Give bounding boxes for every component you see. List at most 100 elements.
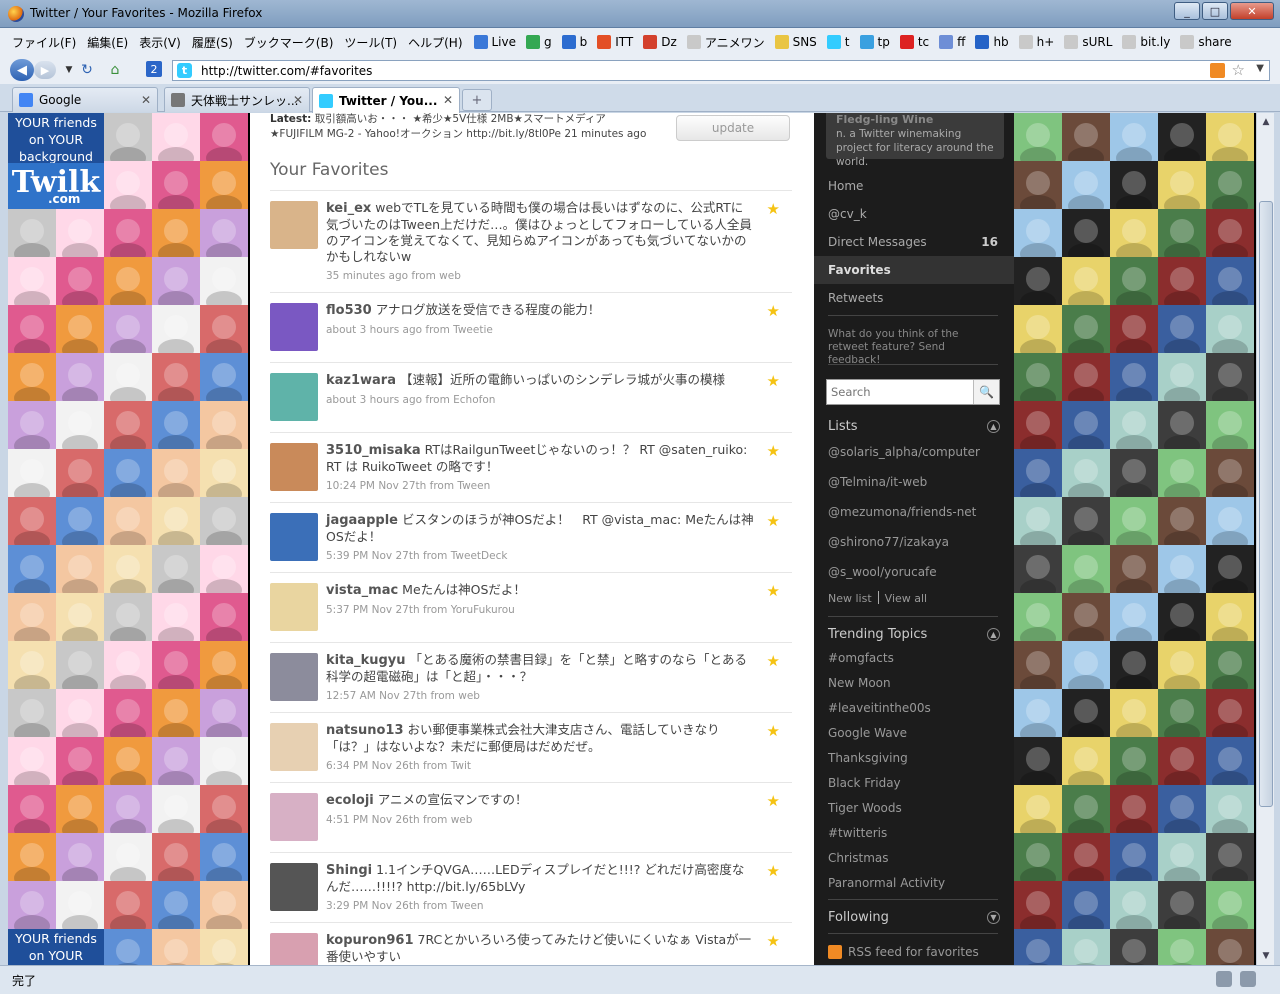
avatar[interactable] (1158, 545, 1206, 593)
status-meta[interactable]: 6:34 PM Nov 26th from Twit (326, 758, 754, 774)
avatar[interactable] (200, 257, 248, 305)
menu-tools[interactable]: ツール(T) (344, 34, 397, 51)
rss-icon[interactable] (1210, 63, 1225, 78)
reload-icon[interactable]: ↻ (78, 61, 96, 79)
sidebar-item-mentions[interactable]: @cv_k (814, 200, 1014, 228)
table-row[interactable]: ecoloji アニメの宣伝マンですの！ 4:51 PM Nov 26th fro… (270, 782, 792, 852)
avatar[interactable] (56, 353, 104, 401)
avatar[interactable] (1014, 689, 1062, 737)
menu-view[interactable]: 表示(V) (139, 34, 181, 51)
menu-bookmarks[interactable]: ブックマーク(B) (244, 34, 334, 51)
avatar[interactable] (1014, 209, 1062, 257)
avatar[interactable] (152, 545, 200, 593)
avatar[interactable] (1110, 209, 1158, 257)
avatar[interactable] (152, 113, 200, 161)
favorite-star-icon[interactable]: ★ (767, 722, 780, 740)
new-list-link[interactable]: New list (828, 592, 872, 605)
avatar[interactable] (270, 723, 318, 771)
favorite-star-icon[interactable]: ★ (767, 652, 780, 670)
avatar[interactable] (1206, 785, 1254, 833)
avatar[interactable] (1158, 353, 1206, 401)
back-button[interactable]: ◀ (10, 59, 34, 81)
avatar[interactable] (270, 201, 318, 249)
avatar[interactable] (152, 785, 200, 833)
avatar[interactable] (200, 209, 248, 257)
avatar[interactable] (1014, 113, 1062, 161)
avatar[interactable] (1158, 689, 1206, 737)
status-meta[interactable]: 5:39 PM Nov 27th from TweetDeck (326, 548, 754, 564)
avatar[interactable] (56, 593, 104, 641)
avatar[interactable] (8, 737, 56, 785)
avatar[interactable] (1014, 161, 1062, 209)
sidebar-item-retweets[interactable]: Retweets (814, 284, 1014, 312)
tab-google[interactable]: Google ✕ (12, 87, 158, 112)
bookmark-item[interactable]: tp (859, 35, 890, 49)
trend-item[interactable]: Paranormal Activity (828, 871, 1000, 896)
url-bar[interactable]: t ☆ ▼ (172, 60, 1270, 81)
avatar[interactable] (8, 209, 56, 257)
avatar[interactable] (152, 737, 200, 785)
avatar[interactable] (56, 305, 104, 353)
menu-file[interactable]: ファイル(F) (12, 34, 76, 51)
avatar[interactable] (1158, 929, 1206, 965)
avatar[interactable] (1110, 305, 1158, 353)
avatar[interactable] (1014, 497, 1062, 545)
status-meta[interactable]: 35 minutes ago from web (326, 268, 754, 284)
screen-name-link[interactable]: kita_kugyu (326, 653, 406, 668)
trending-heading[interactable]: Trending Topics ▲ (828, 627, 1000, 642)
avatar[interactable] (200, 641, 248, 689)
avatar[interactable] (1062, 497, 1110, 545)
avatar[interactable] (1014, 401, 1062, 449)
table-row[interactable]: 3510_misaka RTはRailgunTweetじゃないのっ！？ RT @… (270, 432, 792, 502)
avatar[interactable] (270, 653, 318, 701)
avatar[interactable] (152, 305, 200, 353)
favorite-star-icon[interactable]: ★ (767, 862, 780, 880)
avatar[interactable] (1206, 497, 1254, 545)
favorite-star-icon[interactable]: ★ (767, 792, 780, 810)
avatar[interactable] (270, 373, 318, 421)
bookmark-item[interactable]: h+ (1018, 35, 1054, 49)
trend-item[interactable]: #twitteris (828, 821, 1000, 846)
following-heading[interactable]: Following ▼ (828, 910, 1000, 925)
avatar[interactable] (8, 353, 56, 401)
sidebar-item-direct-messages[interactable]: Direct Messages 16 (814, 228, 1014, 256)
avatar[interactable] (152, 497, 200, 545)
maximize-button[interactable]: □ (1202, 2, 1228, 20)
avatar[interactable] (1110, 881, 1158, 929)
avatar[interactable] (104, 161, 152, 209)
avatar[interactable] (1014, 305, 1062, 353)
trend-item[interactable]: Google Wave (828, 721, 1000, 746)
avatar[interactable] (56, 689, 104, 737)
avatar[interactable] (1158, 641, 1206, 689)
avatar[interactable] (270, 513, 318, 561)
avatar[interactable] (1206, 641, 1254, 689)
screen-name-link[interactable]: natsuno13 (326, 723, 404, 738)
favorite-star-icon[interactable]: ★ (767, 582, 780, 600)
avatar[interactable] (1158, 833, 1206, 881)
avatar[interactable] (1110, 257, 1158, 305)
avatar[interactable] (1206, 401, 1254, 449)
avatar[interactable] (1206, 449, 1254, 497)
list-item[interactable]: @solaris_alpha/computer (828, 437, 1000, 467)
avatar[interactable] (56, 449, 104, 497)
avatar[interactable] (104, 545, 152, 593)
favorite-star-icon[interactable]: ★ (767, 302, 780, 320)
menu-history[interactable]: 履歴(S) (192, 34, 233, 51)
avatar[interactable] (152, 641, 200, 689)
scroll-up-icon[interactable]: ▲ (1259, 115, 1273, 129)
avatar[interactable] (104, 689, 152, 737)
table-row[interactable]: jagaapple ビスタンのほうが神OSだよ！ RT @vista_mac: … (270, 502, 792, 572)
profile-name[interactable]: Fledg-ling Wine (836, 113, 994, 127)
avatar[interactable] (1110, 113, 1158, 161)
history-dropdown-icon[interactable]: ▼ (60, 61, 78, 79)
avatar[interactable] (1158, 737, 1206, 785)
status-meta[interactable]: 3:29 PM Nov 26th from Tween (326, 898, 754, 914)
table-row[interactable]: kopuron961 7RCとかいろいろ使ってみたけど使いにくいなぁ Vista… (270, 922, 792, 965)
bookmark-item[interactable]: bit.ly (1122, 35, 1170, 49)
favorite-star-icon[interactable]: ★ (767, 512, 780, 530)
avatar[interactable] (104, 641, 152, 689)
lists-heading[interactable]: Lists ▲ (828, 419, 1000, 434)
menu-edit[interactable]: 編集(E) (87, 34, 128, 51)
avatar[interactable] (200, 545, 248, 593)
table-row[interactable]: kita_kugyu 「とある魔術の禁書目録」を「と禁」と略すのなら「とある科学… (270, 642, 792, 712)
